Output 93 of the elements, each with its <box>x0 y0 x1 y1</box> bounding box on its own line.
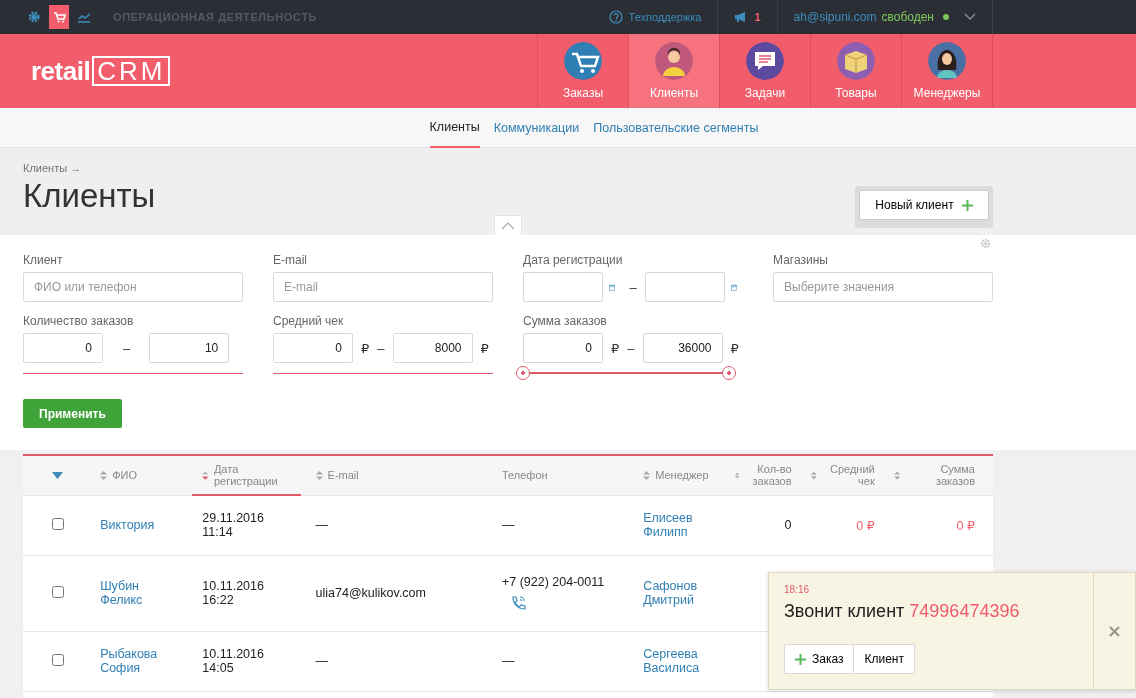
sort-icon <box>643 470 651 480</box>
table-cell: 0 ₽ <box>956 518 975 533</box>
cart-icon <box>564 42 602 80</box>
date-field[interactable] <box>523 272 603 302</box>
plus-icon <box>961 199 973 211</box>
nav-tab[interactable]: Задачи <box>720 34 811 108</box>
manager-link[interactable]: Елисеев Филипп <box>643 511 706 539</box>
table-cell: ulia74@kulikov.com <box>315 586 426 600</box>
person-icon <box>655 42 693 80</box>
call-message: Звонит клиент 74996474396 <box>784 601 1021 622</box>
table-cell: 0 <box>784 518 792 532</box>
column-header[interactable]: E-mail <box>315 469 359 481</box>
user-status: свободен <box>881 10 934 24</box>
sub-tab[interactable]: Пользовательские сегменты <box>593 108 759 148</box>
table-cell-text: +7 (922) 204-0011 <box>501 575 606 589</box>
table-cell-text: 10.11.2016 16:22 <box>202 579 265 607</box>
table-cell-text: — <box>501 654 516 668</box>
client-link[interactable]: Рыбакова София <box>100 647 163 675</box>
currency-sign: ₽ <box>730 340 739 356</box>
field-label: Дата регистрации <box>523 253 624 267</box>
field-label: Количество заказов <box>23 314 135 328</box>
manager-link[interactable]: Сафонов Дмитрий <box>643 579 706 607</box>
currency-sign: ₽ <box>480 340 489 356</box>
caret-down-icon <box>52 471 63 479</box>
sort-icon <box>315 470 323 480</box>
table-cell: — <box>315 518 329 532</box>
user-email[interactable]: ah@sipuni.com <box>793 10 877 24</box>
sort-icon <box>100 470 108 480</box>
table-cell-text: 29.11.2016 11:14 <box>202 511 265 540</box>
new-client-button[interactable]: Новый клиент <box>859 190 989 220</box>
column-header[interactable]: ФИО <box>100 469 137 481</box>
number-field[interactable]: 10 <box>149 333 230 363</box>
table-cell: 0 ₽ <box>856 518 875 533</box>
date-field[interactable] <box>644 272 725 302</box>
slider-handle[interactable] <box>516 366 530 380</box>
apply-button[interactable]: Применить <box>23 399 122 428</box>
field-label: Магазины <box>773 253 829 267</box>
nav-tab[interactable]: Товары <box>811 34 902 108</box>
sub-tab[interactable]: Коммуникации <box>493 108 580 148</box>
slider-handle[interactable] <box>722 366 736 380</box>
table-cell: — <box>315 654 329 668</box>
gear-icon <box>27 10 41 24</box>
nav-tab[interactable]: Клиенты <box>629 34 720 108</box>
support-link[interactable]: Техподдержка <box>592 0 718 34</box>
table-cell-text: — <box>501 518 516 532</box>
box-icon <box>837 42 875 80</box>
number-field[interactable]: 0 <box>273 333 353 363</box>
field-label: Клиент <box>23 253 64 267</box>
row-checkbox[interactable] <box>52 653 64 666</box>
number-field[interactable]: 0 <box>23 333 103 363</box>
table-cell-text: 10.11.2016 14:05 <box>202 647 265 675</box>
page-title: Клиенты <box>23 177 156 215</box>
range-separator: – <box>123 340 131 356</box>
select-field[interactable]: Выберите значения <box>773 272 993 302</box>
text-field[interactable]: E-mail <box>273 272 493 302</box>
toolbar-button[interactable] <box>49 5 69 29</box>
field-label: Средний чек <box>273 314 345 328</box>
collapse-button[interactable] <box>494 215 522 235</box>
currency-sign: ₽ <box>611 340 620 356</box>
manager-link[interactable]: Сергеева Василиса <box>643 647 706 675</box>
sort-icon <box>202 470 209 480</box>
chevron-down-icon <box>964 13 976 21</box>
number-field[interactable]: 8000 <box>392 333 473 363</box>
number-field[interactable]: 0 <box>523 333 603 363</box>
chat-icon <box>746 42 784 80</box>
nav-tab[interactable]: Менеджеры <box>902 34 993 108</box>
plus-icon <box>795 653 806 665</box>
range-separator: – <box>627 340 635 356</box>
settings-icon <box>980 238 991 249</box>
column-header[interactable]: Телефон <box>501 469 548 482</box>
text-field[interactable]: ФИО или телефон <box>23 272 243 302</box>
number-field[interactable]: 36000 <box>642 333 723 363</box>
breadcrumb-link[interactable]: Клиенты → <box>23 162 156 174</box>
column-header[interactable]: Менеджер <box>643 469 709 481</box>
row-checkbox[interactable] <box>52 517 64 530</box>
chevron-up-icon <box>501 221 515 230</box>
row-checkbox[interactable] <box>52 585 64 598</box>
call-time: 18:16 <box>784 584 811 595</box>
manager-icon <box>928 42 966 80</box>
field-label: E-mail <box>273 253 308 267</box>
help-icon <box>608 10 623 24</box>
range-slider[interactable] <box>516 365 736 381</box>
client-link[interactable]: Виктория <box>100 518 163 532</box>
client-link[interactable]: Шубин Феликс <box>100 579 163 607</box>
range-separator: – <box>377 340 385 356</box>
field-label: Сумма заказов <box>523 314 608 328</box>
close-icon <box>1109 625 1120 637</box>
client-button[interactable]: Клиент <box>854 644 915 674</box>
new-order-button[interactable]: Заказ <box>784 644 855 674</box>
range-separator: – <box>629 279 637 295</box>
currency-sign: ₽ <box>361 340 370 356</box>
chart-icon <box>77 10 91 24</box>
cart-icon <box>52 10 66 24</box>
